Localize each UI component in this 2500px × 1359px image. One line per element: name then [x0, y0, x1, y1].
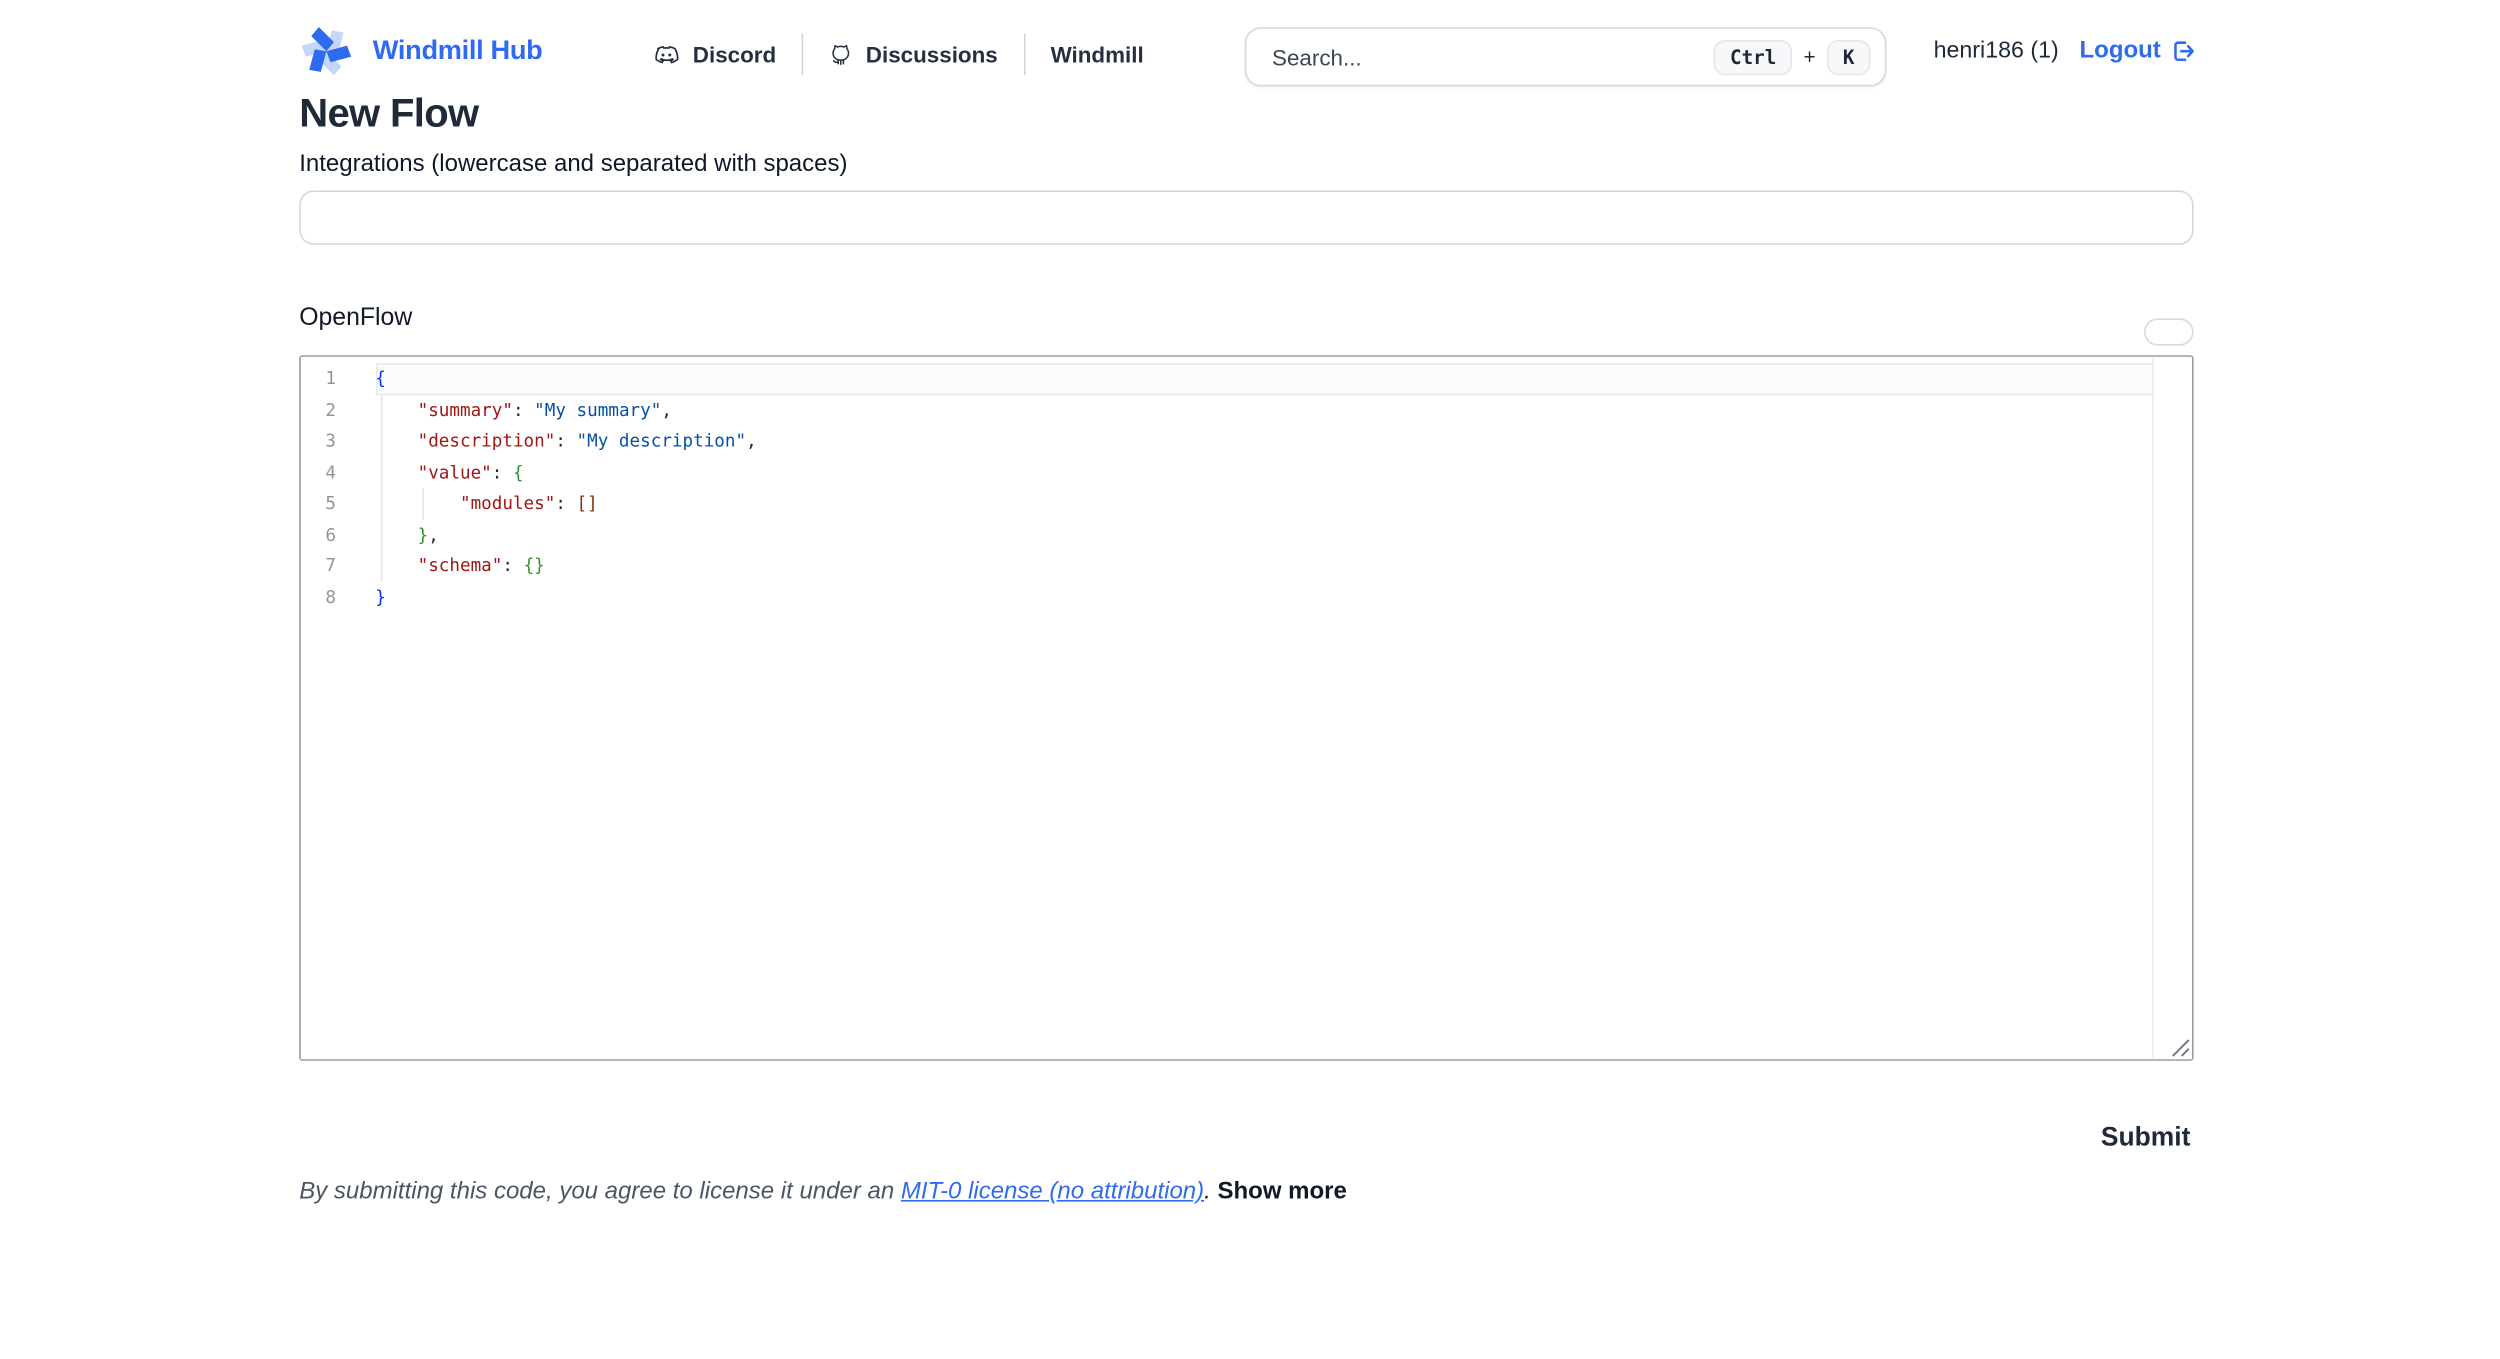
search-input[interactable] — [1269, 42, 1714, 71]
integrations-input[interactable] — [299, 190, 2193, 244]
openflow-toggle[interactable] — [2144, 318, 2194, 345]
show-more-button[interactable]: Show more — [1218, 1178, 1347, 1205]
submit-button[interactable]: Submit — [2101, 1123, 2190, 1153]
brand[interactable]: Windmill Hub — [294, 24, 542, 78]
editor-code[interactable]: { "summary": "My summary", "description"… — [375, 363, 2152, 613]
integrations-label: Integrations (lowercase and separated wi… — [299, 150, 847, 177]
license-text: By submitting this code, you agree to li… — [299, 1178, 901, 1205]
logout-icon — [2169, 38, 2195, 64]
openflow-label: OpenFlow — [299, 304, 412, 333]
page: Windmill Hub Discord Discussions — [0, 0, 2500, 1359]
logout-link[interactable]: Logout — [2080, 37, 2195, 64]
brand-name: Windmill Hub — [373, 35, 543, 67]
code-line: { — [375, 363, 2152, 394]
resize-grip-icon[interactable] — [2168, 1035, 2190, 1057]
line-number: 7 — [301, 550, 336, 581]
code-line: "modules": [] — [375, 488, 2152, 519]
code-line: } — [375, 582, 2152, 613]
license-note: By submitting this code, you agree to li… — [299, 1178, 1347, 1205]
nav-item-discord[interactable]: Discord — [653, 42, 802, 68]
nav-item-windmill[interactable]: Windmill — [1025, 42, 1169, 68]
discord-icon — [653, 44, 680, 65]
editor-gutter: 12345678 — [301, 363, 375, 613]
nav-label: Discord — [693, 42, 776, 68]
line-number: 5 — [301, 488, 336, 519]
line-number: 4 — [301, 457, 336, 488]
code-line: "value": { — [375, 457, 2152, 488]
k-key-badge: K — [1827, 39, 1871, 74]
search-bar[interactable]: Ctrl + K — [1245, 27, 1887, 86]
username: henri186 (1) — [1934, 38, 2059, 64]
nav-label: Windmill — [1051, 42, 1144, 68]
license-period: . — [1204, 1178, 1217, 1205]
code-line: "schema": {} — [375, 550, 2152, 581]
main-nav: Discord Discussions Windmill — [653, 22, 1170, 86]
editor-ruler-line — [2152, 357, 2154, 1059]
page-title: New Flow — [299, 91, 478, 137]
ctrl-key-badge: Ctrl — [1714, 39, 1792, 74]
code-line: "description": "My description", — [375, 426, 2152, 457]
line-number: 2 — [301, 394, 336, 425]
nav-item-discussions[interactable]: Discussions — [803, 42, 1023, 68]
line-number: 1 — [301, 363, 336, 394]
mit0-license-link[interactable]: MIT-0 license (no attribution) — [901, 1178, 1204, 1205]
windmill-logo-icon — [294, 24, 358, 78]
code-line: "summary": "My summary", — [375, 394, 2152, 425]
shortcut-plus: + — [1803, 45, 1815, 69]
github-discussions-icon — [829, 42, 853, 66]
openflow-code-editor[interactable]: 12345678 { "summary": "My summary", "des… — [299, 355, 2193, 1061]
user-area: henri186 (1) Logout — [1934, 37, 2195, 64]
nav-label: Discussions — [866, 42, 998, 68]
logout-label: Logout — [2080, 37, 2161, 64]
line-number: 8 — [301, 582, 336, 613]
code-line: }, — [375, 519, 2152, 550]
line-number: 3 — [301, 426, 336, 457]
line-number: 6 — [301, 519, 336, 550]
